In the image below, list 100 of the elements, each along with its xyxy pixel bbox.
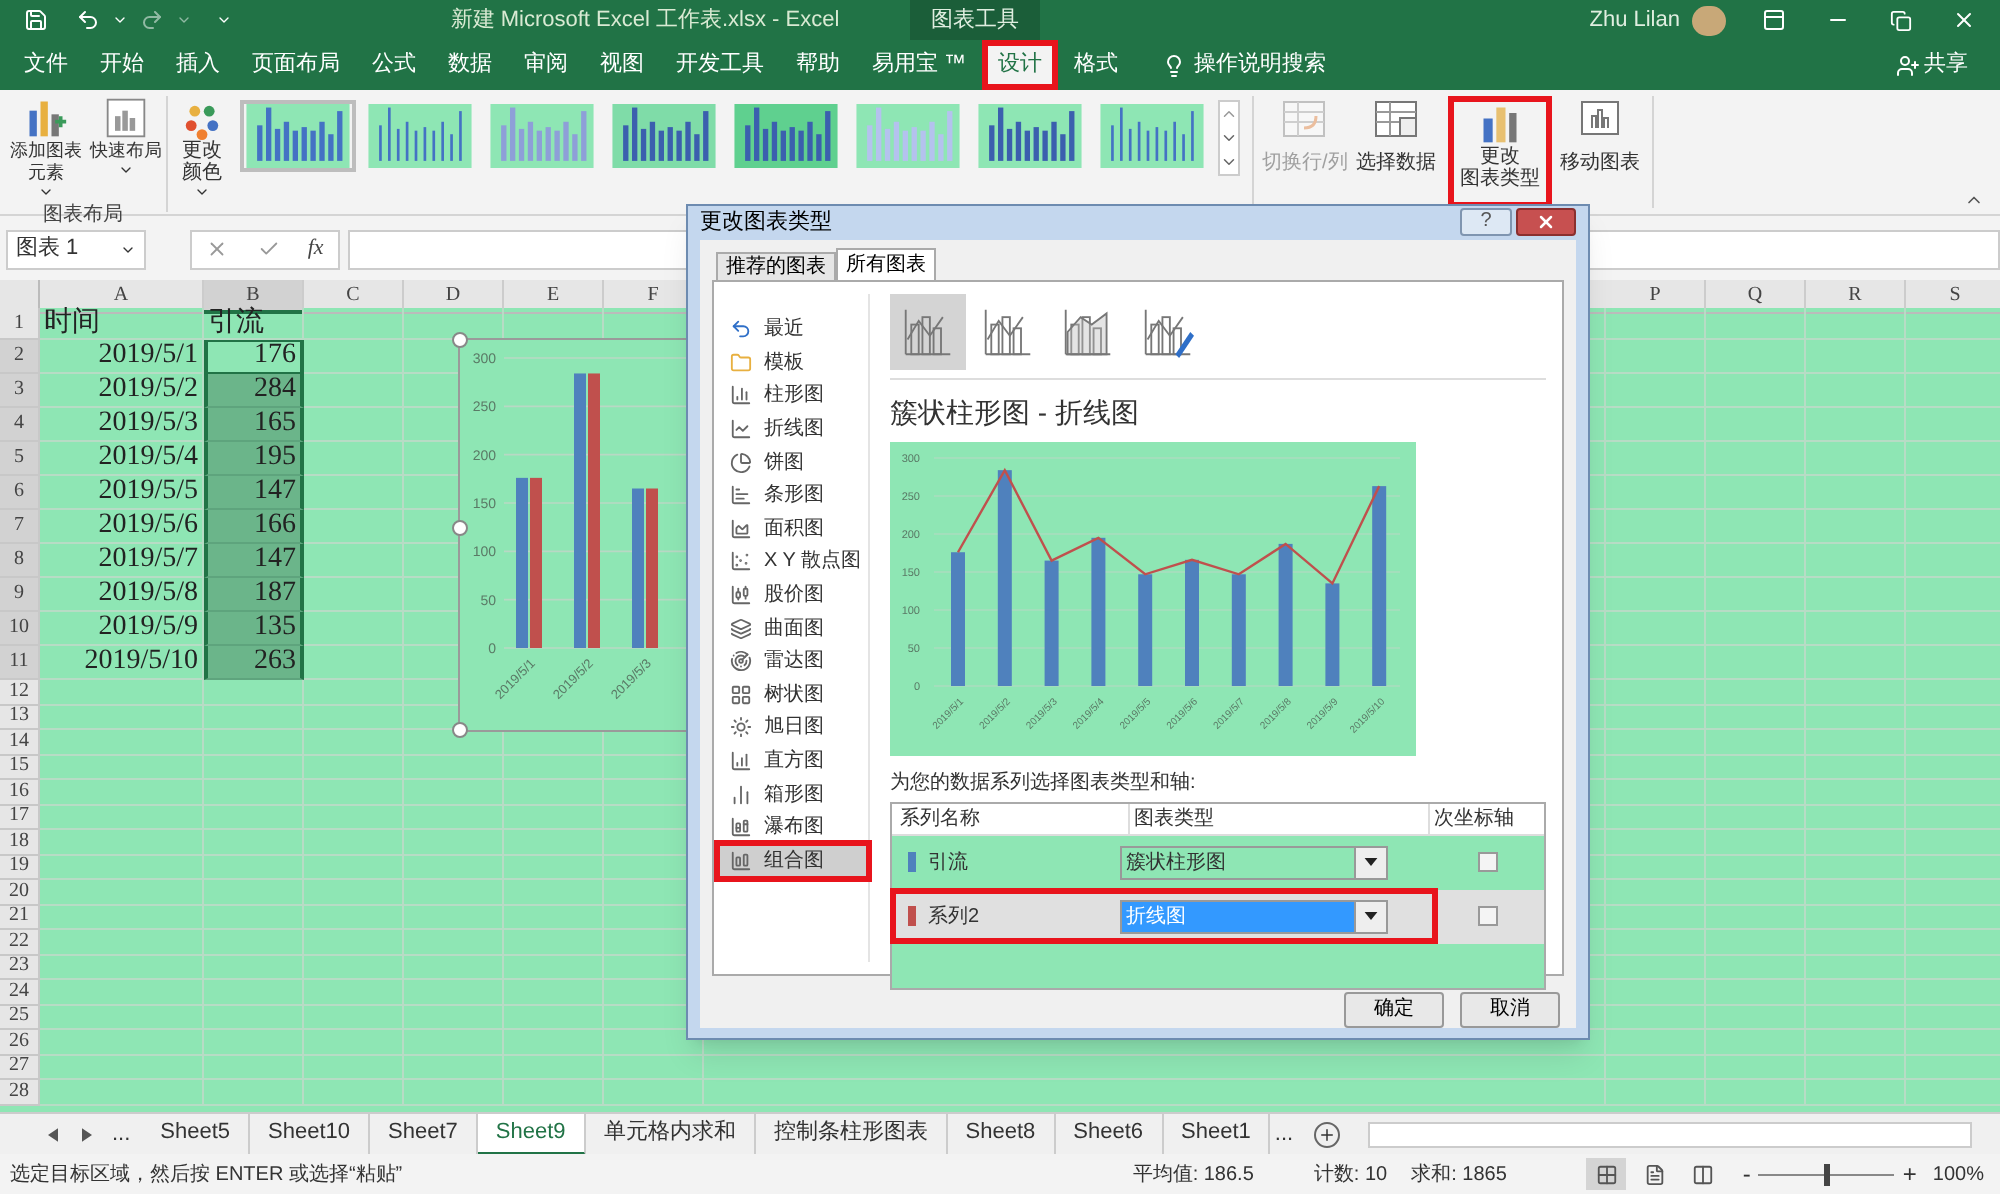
row-header[interactable]: 20 (0, 880, 40, 905)
ribbon-tab[interactable]: 格式 (1058, 40, 1135, 90)
ribbon-tab[interactable]: 开发工具 (660, 40, 780, 90)
column-header[interactable]: S (1906, 280, 2000, 314)
row-header[interactable]: 10 (0, 612, 40, 646)
chart-subtype-option[interactable] (890, 293, 966, 369)
chart-type-item[interactable]: 折线图 (718, 412, 868, 446)
row-header[interactable]: 22 (0, 930, 40, 955)
chart-type-item[interactable]: 柱形图 (718, 379, 868, 413)
chart-type-item[interactable]: 最近 (718, 313, 868, 347)
chart-type-item[interactable]: 模板 (718, 346, 868, 380)
restore-icon[interactable] (1890, 9, 1912, 31)
sheet-tab[interactable]: Sheet9 (477, 1113, 586, 1155)
view-button[interactable] (1586, 1158, 1627, 1190)
row-header[interactable]: 4 (0, 408, 40, 442)
row-header[interactable]: 2 (0, 340, 40, 374)
name-box[interactable]: 图表 1 (6, 229, 146, 269)
ribbon-tab[interactable]: 公式 (356, 40, 432, 90)
row-header[interactable]: 17 (0, 805, 40, 830)
enter-icon[interactable] (257, 238, 280, 260)
zoom-in-button[interactable]: + (1902, 1156, 1917, 1192)
checkbox[interactable] (1478, 906, 1498, 926)
add-chart-element-button[interactable]: 添加图表 元素 (8, 96, 84, 200)
ribbon-tab[interactable]: 页面布局 (236, 40, 356, 90)
ribbon-tab[interactable]: 数据 (432, 40, 508, 90)
tell-me-search[interactable]: 操作说明搜索 (1194, 48, 1327, 82)
row-header[interactable]: 23 (0, 955, 40, 980)
cancel-icon[interactable] (206, 238, 229, 260)
column-header[interactable]: D (404, 280, 504, 314)
horizontal-scrollbar[interactable] (1367, 1121, 1972, 1147)
cancel-button[interactable]: 取消 (1460, 991, 1560, 1027)
column-header[interactable]: R (1806, 280, 1906, 314)
zoom-slider-thumb[interactable] (1824, 1163, 1831, 1185)
zoom-slider[interactable] (1758, 1163, 1895, 1185)
insert-function-button[interactable]: fx (307, 232, 324, 266)
zoom-out-button[interactable]: - (1742, 1156, 1751, 1192)
chart-type-item[interactable]: 旭日图 (718, 711, 868, 745)
chart-type-item[interactable]: 雷达图 (718, 644, 868, 679)
ribbon-tab[interactable]: 视图 (584, 40, 660, 90)
chart-type-item[interactable]: 箱形图 (718, 777, 868, 811)
row-header[interactable]: 28 (0, 1080, 40, 1105)
next-sheet-icon[interactable] (82, 1127, 92, 1141)
new-sheet-button[interactable] (1313, 1121, 1340, 1147)
row-header[interactable]: 14 (0, 730, 40, 755)
row-header[interactable]: 27 (0, 1055, 40, 1080)
row-header[interactable]: 8 (0, 544, 40, 578)
ribbon-tab[interactable]: 开始 (84, 40, 160, 90)
column-header[interactable]: E (504, 280, 604, 314)
ok-button[interactable]: 确定 (1344, 991, 1444, 1027)
ribbon-tab[interactable]: 插入 (160, 40, 236, 90)
row-header[interactable]: 12 (0, 680, 40, 705)
save-icon[interactable] (24, 8, 48, 32)
row-header[interactable]: 7 (0, 510, 40, 544)
select-data-button[interactable]: 选择数据 (1355, 96, 1436, 176)
ribbon-tab[interactable]: 易用宝 ™ (856, 40, 983, 90)
tab[interactable]: 推荐的图表 (716, 251, 836, 279)
column-header[interactable]: C (304, 280, 404, 314)
row-header[interactable]: 24 (0, 980, 40, 1005)
resize-handle[interactable] (452, 722, 468, 738)
chart-type-item[interactable]: 条形图 (718, 478, 868, 513)
chart-type-item[interactable]: 组合图 (718, 844, 868, 878)
row-header[interactable]: 18 (0, 830, 40, 855)
more-sheets-button[interactable]: ... (112, 1117, 131, 1151)
chart-type-item[interactable]: 树状图 (718, 678, 868, 712)
ribbon-tab[interactable]: 设计 (982, 40, 1059, 90)
column-header[interactable]: Q (1706, 280, 1806, 314)
chart-type-item[interactable]: 直方图 (718, 744, 868, 778)
tab[interactable]: 所有图表 (836, 247, 936, 279)
ribbon-tab[interactable]: 帮助 (780, 40, 856, 90)
undo-icon[interactable] (76, 8, 100, 32)
chart-type-dropdown[interactable]: 簇状柱形图 (1120, 845, 1388, 879)
row-header[interactable]: 19 (0, 855, 40, 880)
resize-handle[interactable] (452, 332, 468, 348)
chart-type-item[interactable]: 瀑布图 (718, 810, 868, 844)
row-header[interactable]: 9 (0, 578, 40, 612)
column-header[interactable]: P (1606, 280, 1706, 314)
zoom-percent[interactable]: 100% (1932, 1159, 1984, 1189)
help-button[interactable]: ? (1460, 208, 1512, 237)
previous-sheet-icon[interactable] (48, 1127, 58, 1141)
chart-type-item[interactable]: 曲面图 (718, 611, 868, 645)
row-header[interactable]: 15 (0, 755, 40, 780)
row-header[interactable]: 11 (0, 646, 40, 680)
row-header[interactable]: 13 (0, 705, 40, 730)
row-header[interactable]: 6 (0, 476, 40, 510)
chart-style-thumbnail[interactable] (240, 100, 356, 172)
change-colors-button[interactable]: 更改 颜色 (168, 104, 236, 200)
resize-handle[interactable] (452, 520, 468, 536)
row-header[interactable]: 3 (0, 374, 40, 408)
chart-type-item[interactable]: 面积图 (718, 512, 868, 546)
row-header[interactable]: 16 (0, 780, 40, 805)
close-button[interactable] (1516, 208, 1576, 237)
quick-layout-button[interactable]: 快速布局 (88, 96, 164, 178)
row-header[interactable]: 1 (0, 308, 40, 340)
share-button[interactable]: 共享 (1924, 48, 1968, 82)
ribbon-tab[interactable]: 审阅 (508, 40, 584, 90)
share-icon[interactable] (1896, 53, 1920, 77)
chart-type-item[interactable]: X Y 散点图 (718, 545, 868, 579)
move-chart-button[interactable]: 移动图表 (1559, 96, 1640, 176)
row-header[interactable]: 21 (0, 905, 40, 930)
row-header[interactable]: 5 (0, 442, 40, 476)
